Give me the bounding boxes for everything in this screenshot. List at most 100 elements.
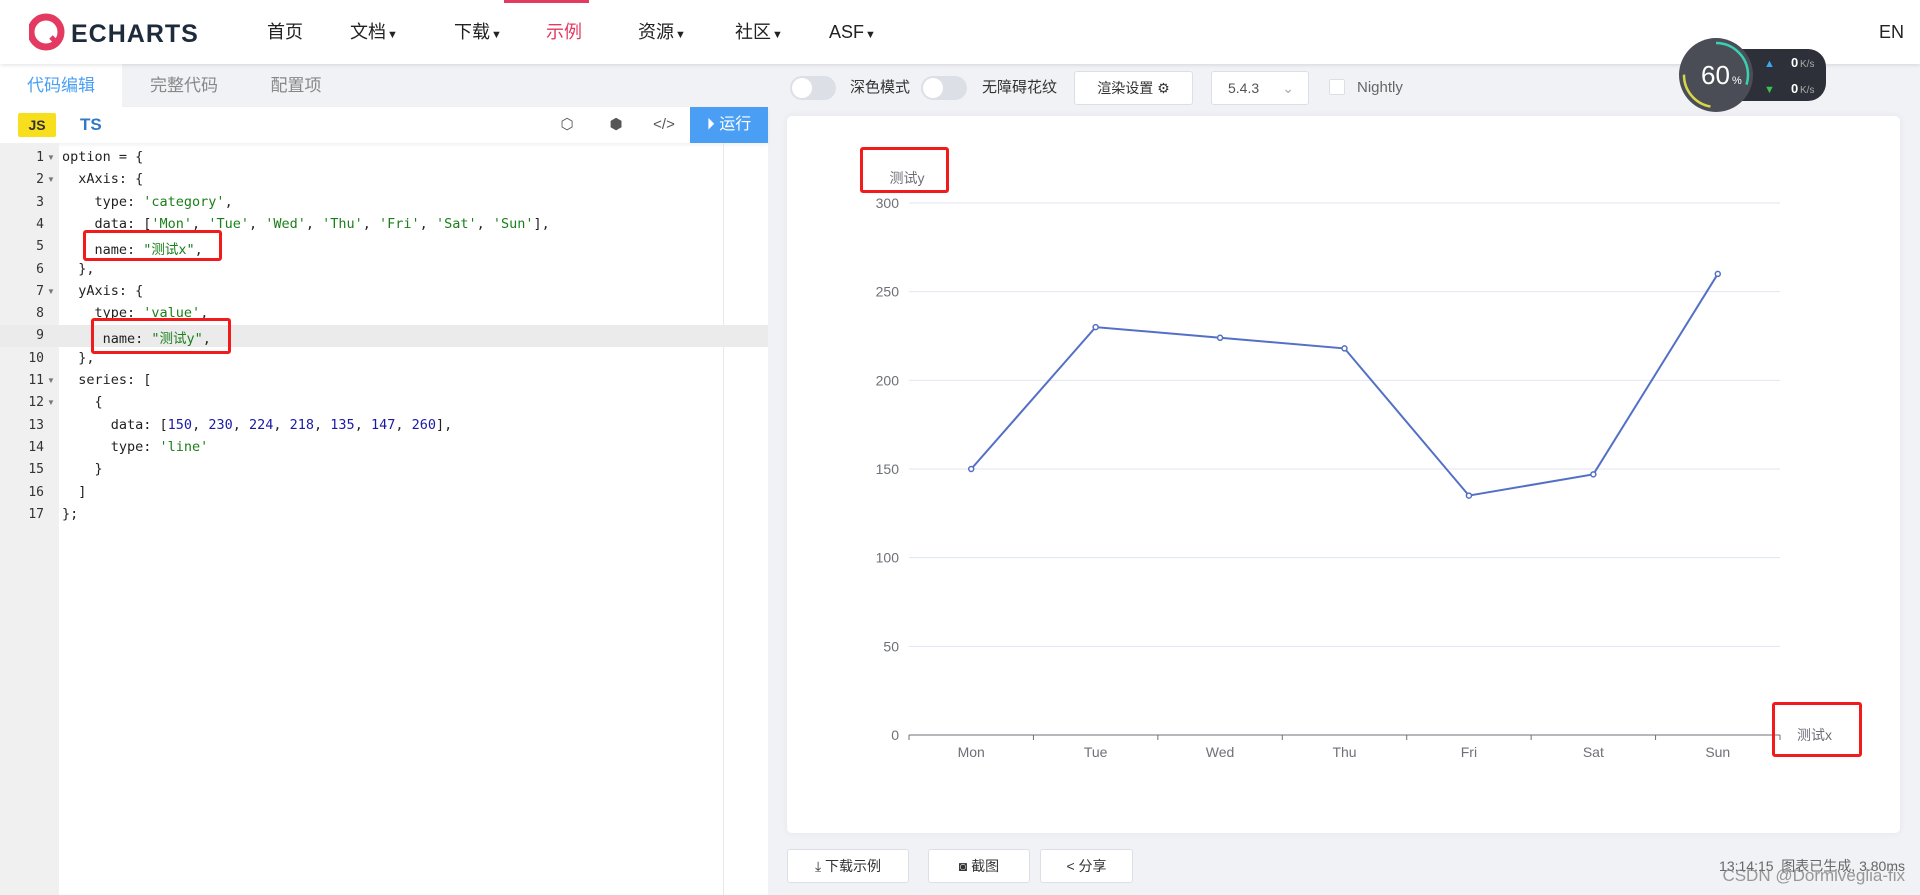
- code-token: ,: [273, 416, 290, 433]
- x-tick-label: Wed: [1206, 744, 1235, 760]
- svg-text:60: 60: [1701, 60, 1730, 90]
- dark-mode-toggle[interactable]: [790, 76, 836, 100]
- line-number: 5: [36, 239, 44, 255]
- svg-text:0: 0: [1791, 55, 1798, 70]
- code-line: {: [62, 394, 103, 410]
- gear-icon: ⚙: [1157, 80, 1170, 96]
- data-point: [967, 465, 975, 473]
- codepen-icon[interactable]: ⬡: [552, 107, 582, 143]
- line-number: 2: [36, 172, 44, 188]
- line-number: 11: [28, 373, 44, 388]
- nav-item[interactable]: 社区▼: [735, 0, 783, 64]
- fold-arrow-icon[interactable]: ▼: [47, 398, 55, 407]
- nav-item-label: 首页: [267, 22, 303, 42]
- nav-item-label: 文档: [350, 22, 386, 42]
- nav-item[interactable]: 资源▼: [638, 0, 686, 64]
- echarts-logo[interactable]: ECHARTS: [27, 12, 209, 57]
- code-token: 'Thu': [322, 215, 363, 232]
- nav-item[interactable]: ASF▼: [829, 0, 876, 64]
- render-settings-button[interactable]: 渲染设置 ⚙: [1074, 71, 1193, 105]
- run-button[interactable]: ⏵ 运行: [690, 107, 768, 143]
- fold-arrow-icon[interactable]: ▼: [47, 376, 55, 385]
- line-number: 8: [36, 306, 44, 322]
- fold-arrow-icon[interactable]: ▼: [47, 287, 55, 296]
- js-button[interactable]: JS: [18, 113, 56, 137]
- code-token: ,: [419, 215, 436, 232]
- code-token: },: [62, 260, 95, 277]
- tab-code-edit[interactable]: 代码编辑: [0, 64, 122, 107]
- nav-item-label: ASF: [829, 22, 865, 42]
- line-number: 4: [36, 216, 44, 232]
- data-point: [1590, 471, 1597, 478]
- code-token: ],: [533, 215, 550, 232]
- nightly-checkbox[interactable]: [1329, 79, 1345, 95]
- code-token: type:: [62, 193, 144, 210]
- share-button[interactable]: < 分享: [1040, 849, 1133, 883]
- x-tick-label: Tue: [1084, 744, 1108, 760]
- fold-arrow-icon[interactable]: ▼: [47, 175, 55, 184]
- code-line: type: 'line': [62, 438, 209, 455]
- y-tick-label: 0: [891, 727, 899, 743]
- code-token: 224: [248, 416, 274, 433]
- tab-options[interactable]: 配置项: [246, 64, 346, 107]
- svg-text:%: %: [1732, 75, 1742, 87]
- line-number: 6: [36, 261, 44, 277]
- run-label: 运行: [719, 116, 752, 133]
- data-point: [1216, 334, 1224, 342]
- codesandbox-icon[interactable]: ⬢: [601, 107, 631, 143]
- y-tick-label: 50: [883, 638, 899, 654]
- code-token: 150: [167, 416, 193, 433]
- decal-toggle[interactable]: [921, 76, 967, 100]
- code-token: type:: [62, 438, 160, 455]
- download-example-button[interactable]: ⤓ 下载示例: [787, 849, 909, 883]
- nav-item-label: 社区: [735, 22, 771, 42]
- ts-button[interactable]: TS: [80, 107, 102, 143]
- code-token: ],: [436, 416, 453, 433]
- version-select[interactable]: 5.4.3 ⌄: [1211, 71, 1309, 105]
- code-line: yAxis: {: [62, 283, 143, 299]
- code-token: ,: [248, 215, 266, 232]
- chevron-down-icon: ⌄: [1282, 80, 1294, 96]
- share-icon: <: [1066, 858, 1079, 874]
- language-switch[interactable]: EN: [1879, 0, 1904, 64]
- caret-down-icon: ▼: [387, 29, 398, 41]
- editor-toolbar: JS TS ⬡ ⬢ </> ⏵ 运行: [0, 107, 768, 143]
- download-label: 下载示例: [825, 858, 882, 874]
- line-chart[interactable]: 050100150200250300Mon Tue Wed Thu Fri Sat Sun测…: [787, 116, 1900, 833]
- y-tick-label: 250: [876, 284, 900, 300]
- code-token: 218: [289, 416, 315, 433]
- code-token: ,: [476, 215, 493, 232]
- code-token: 135: [330, 416, 355, 433]
- caret-down-icon: ▼: [865, 29, 876, 41]
- editor-tabs: 代码编辑 完整代码 配置项: [0, 64, 768, 107]
- code-line: }: [62, 461, 103, 477]
- y-tick-label: 100: [876, 550, 900, 566]
- code-token: yAxis: {: [62, 282, 144, 299]
- code-token: 260: [411, 416, 436, 433]
- code-token: 'category': [143, 193, 225, 210]
- embed-code-icon[interactable]: </>: [649, 107, 679, 143]
- screenshot-button[interactable]: ◙ 截图: [928, 849, 1030, 883]
- code-token: 'Fri': [379, 215, 420, 232]
- tab-full-code[interactable]: 完整代码: [122, 64, 246, 107]
- x-tick-label: Fri: [1461, 744, 1477, 760]
- nav-item[interactable]: 下载▼: [454, 0, 502, 64]
- fold-arrow-icon[interactable]: ▼: [47, 153, 55, 162]
- line-number: 7: [36, 283, 44, 299]
- code-token: ,: [224, 193, 233, 210]
- code-token: data: [: [62, 416, 168, 433]
- data-point: [1092, 323, 1099, 331]
- download-icon: ⤓: [814, 858, 826, 874]
- code-token: series: [: [62, 372, 152, 388]
- nightly-label: Nightly: [1357, 79, 1403, 96]
- nav-item[interactable]: 文档▼: [350, 0, 398, 64]
- nav-item[interactable]: 首页: [267, 0, 303, 64]
- code-line: },: [62, 260, 95, 277]
- code-token: },: [62, 349, 95, 366]
- x-tick-label: Sun: [1705, 744, 1730, 760]
- code-token: 'Sat': [435, 215, 477, 232]
- highlight-box-yaxis-name: [91, 318, 231, 354]
- nav-item[interactable]: 示例: [546, 0, 582, 64]
- code-line: };: [62, 506, 78, 522]
- code-line: },: [62, 349, 95, 366]
